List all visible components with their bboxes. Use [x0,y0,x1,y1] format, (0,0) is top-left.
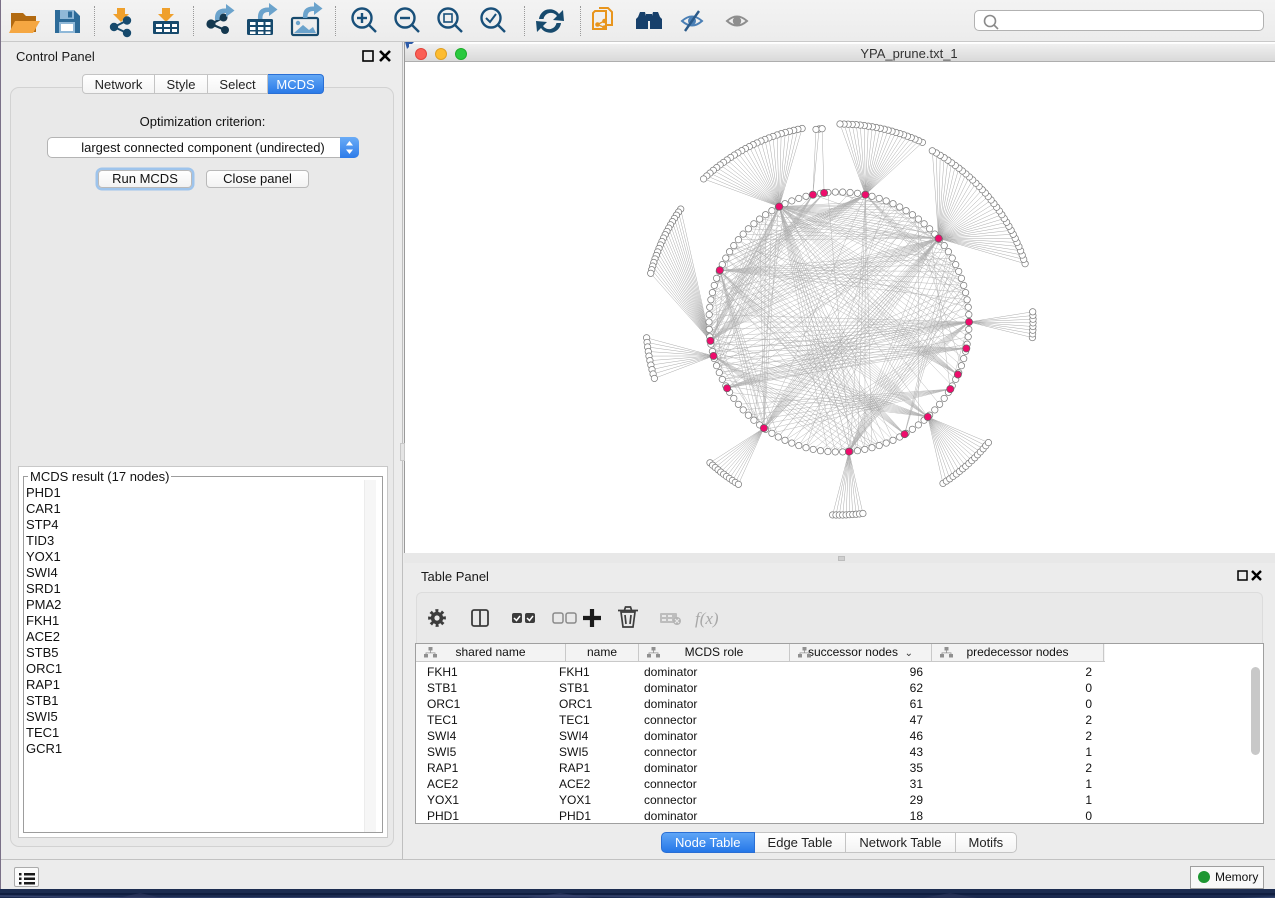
svg-text:f(x): f(x) [695,609,719,628]
